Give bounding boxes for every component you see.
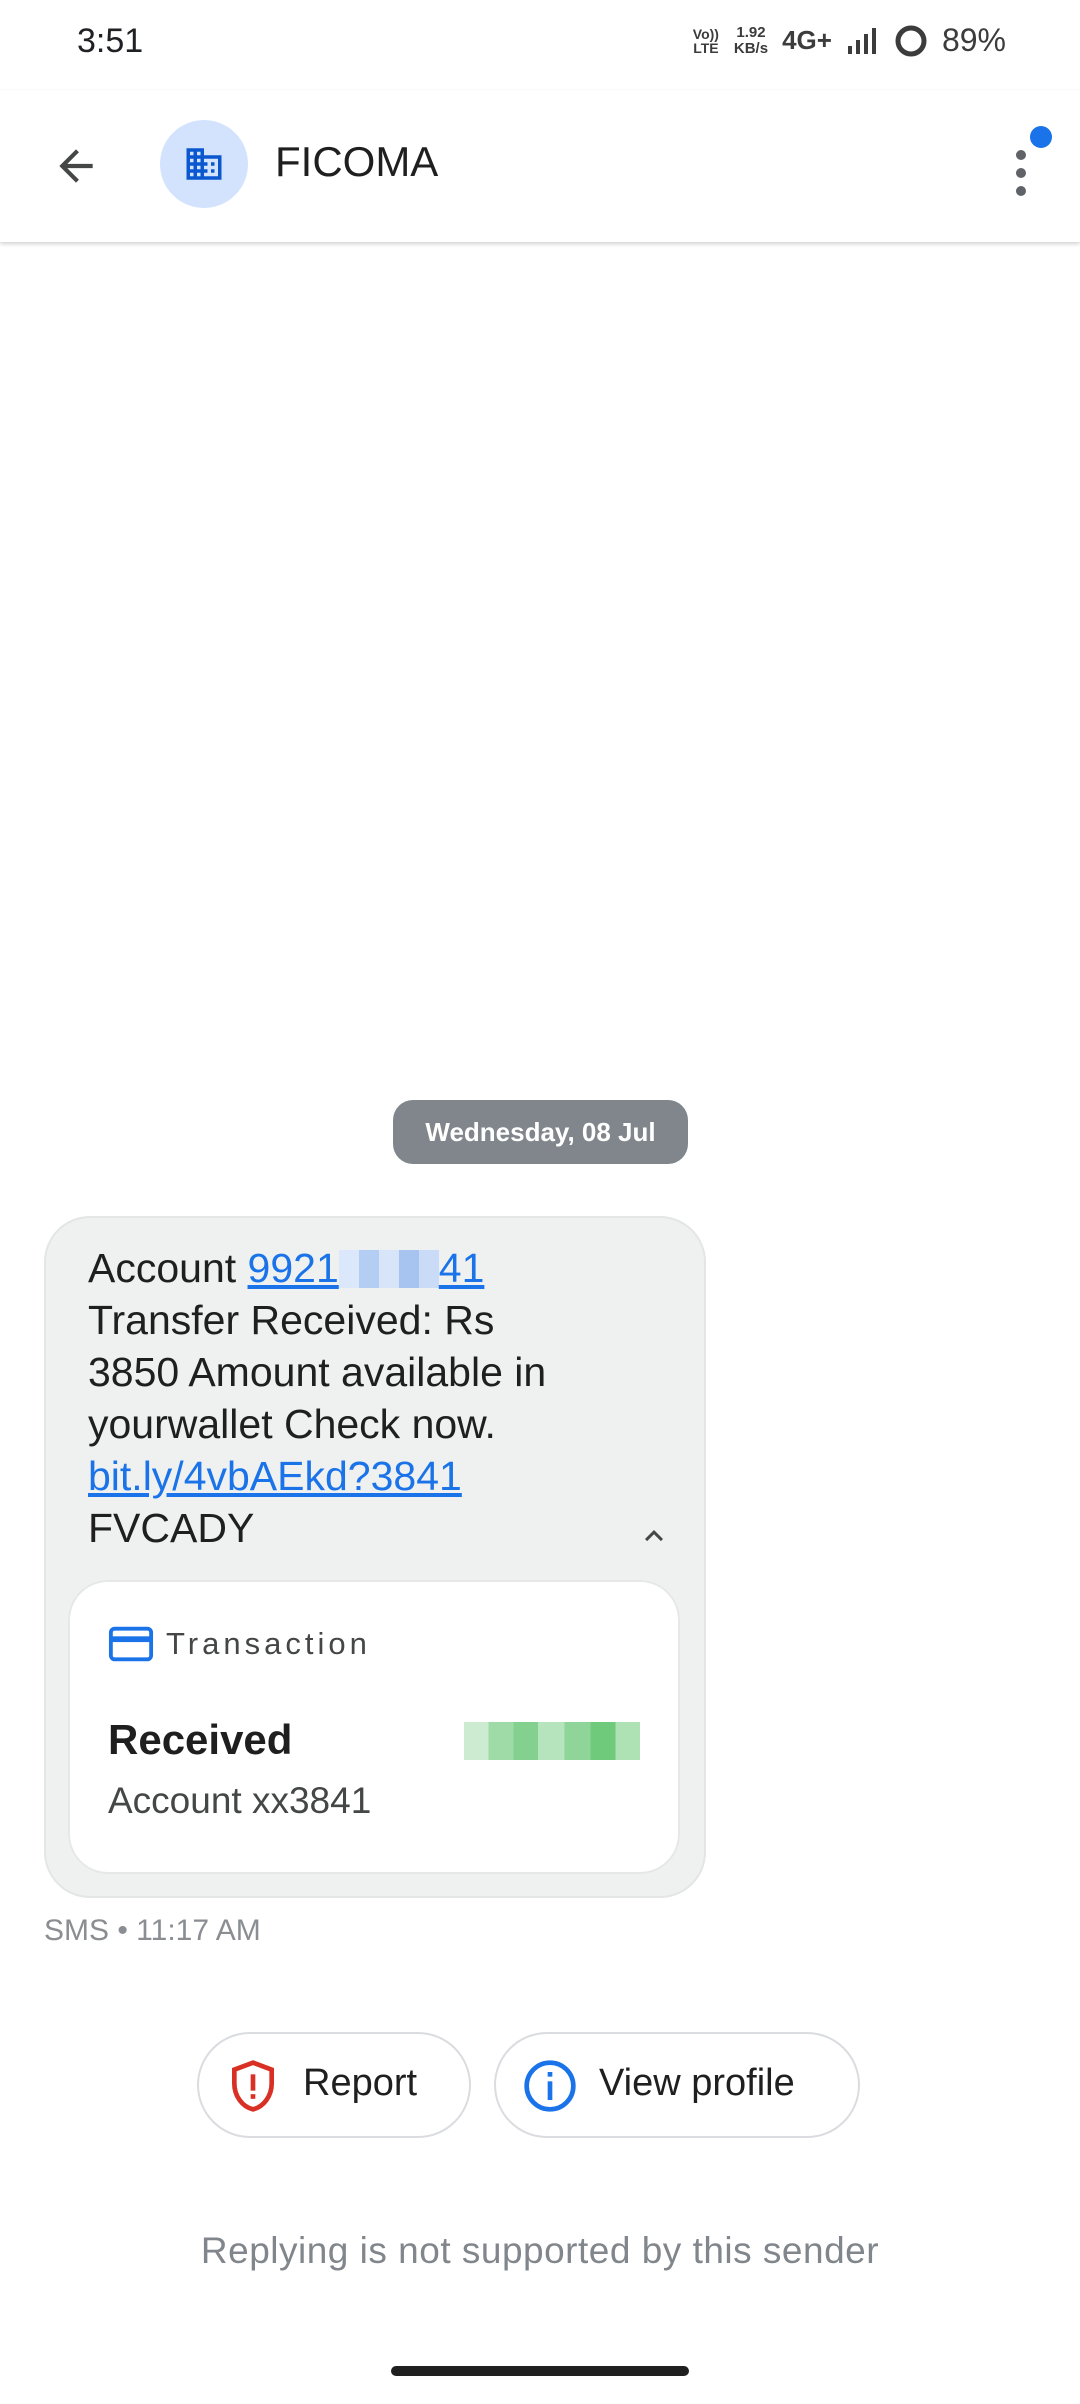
- battery-percent: 89%: [941, 22, 1006, 58]
- credit-card-icon: [108, 1626, 154, 1662]
- more-options-button[interactable]: [986, 124, 1056, 208]
- message-text: Account 9921 41 Transfer Received: Rs 385…: [88, 1242, 648, 1554]
- shield-alert-icon: [232, 2060, 274, 2112]
- message-line-1: Account 9921 41: [88, 1245, 485, 1291]
- avatar[interactable]: [160, 120, 248, 208]
- transaction-status: Received: [108, 1716, 293, 1763]
- transaction-account: Account xx3841: [108, 1780, 372, 1821]
- status-icons: Vo)) LTE 1.92 KB/s 4G+ 89%: [692, 22, 1006, 59]
- message-line-4: yourwallet Check now.: [88, 1401, 496, 1447]
- transaction-card[interactable]: Transaction Received Account xx3841: [68, 1580, 680, 1874]
- transaction-header: Transaction: [108, 1624, 371, 1664]
- message-line-2: Transfer Received: Rs: [88, 1297, 495, 1343]
- redacted-amount: [464, 1722, 640, 1760]
- view-profile-label: View profile: [599, 2062, 795, 2104]
- collapse-button[interactable]: [624, 1512, 684, 1560]
- status-time: 3:51: [77, 22, 144, 60]
- arrow-back-icon: [59, 149, 93, 183]
- redacted-digits: [338, 1250, 439, 1288]
- network-speed: 1.92 KB/s: [733, 23, 769, 57]
- status-bar: 3:51 Vo)) LTE 1.92 KB/s 4G+ 89%: [0, 0, 1080, 90]
- transaction-label: Transaction: [166, 1626, 371, 1661]
- more-options-icon: [1016, 150, 1026, 160]
- account-number-link[interactable]: 9921 41: [248, 1245, 485, 1291]
- message-link[interactable]: bit.ly/4vbAEkd?3841: [88, 1450, 648, 1502]
- no-reply-notice: Replying is not supported by this sender: [200, 2230, 880, 2271]
- volte-icon: Vo)) LTE: [692, 25, 719, 56]
- message-bubble[interactable]: Account 9921 41 Transfer Received: Rs 385…: [44, 1216, 706, 1898]
- view-profile-button[interactable]: View profile: [494, 2032, 860, 2138]
- conversation-title[interactable]: FICOMA: [275, 138, 438, 186]
- back-button[interactable]: [40, 130, 112, 202]
- signal-icon: [847, 27, 876, 54]
- building-icon: [186, 148, 222, 180]
- more-options-dot: [1016, 168, 1026, 178]
- app-bar: FICOMA: [0, 90, 1080, 242]
- report-button[interactable]: Report: [197, 2032, 471, 2138]
- report-label: Report: [303, 2062, 418, 2104]
- info-icon: [524, 2060, 576, 2112]
- chevron-up-icon: [645, 1530, 663, 1542]
- notification-dot: [1030, 126, 1052, 148]
- more-options-dot: [1016, 186, 1026, 196]
- date-chip: Wednesday, 08 Jul: [393, 1100, 688, 1164]
- network-type: 4G+: [782, 25, 832, 55]
- message-meta: SMS • 11:17 AM: [44, 1914, 261, 1947]
- message-line-6: FVCADY: [88, 1505, 255, 1551]
- message-line-3: 3850 Amount available in: [88, 1349, 547, 1395]
- home-indicator[interactable]: [391, 2366, 689, 2376]
- battery-ring-icon: [895, 25, 927, 56]
